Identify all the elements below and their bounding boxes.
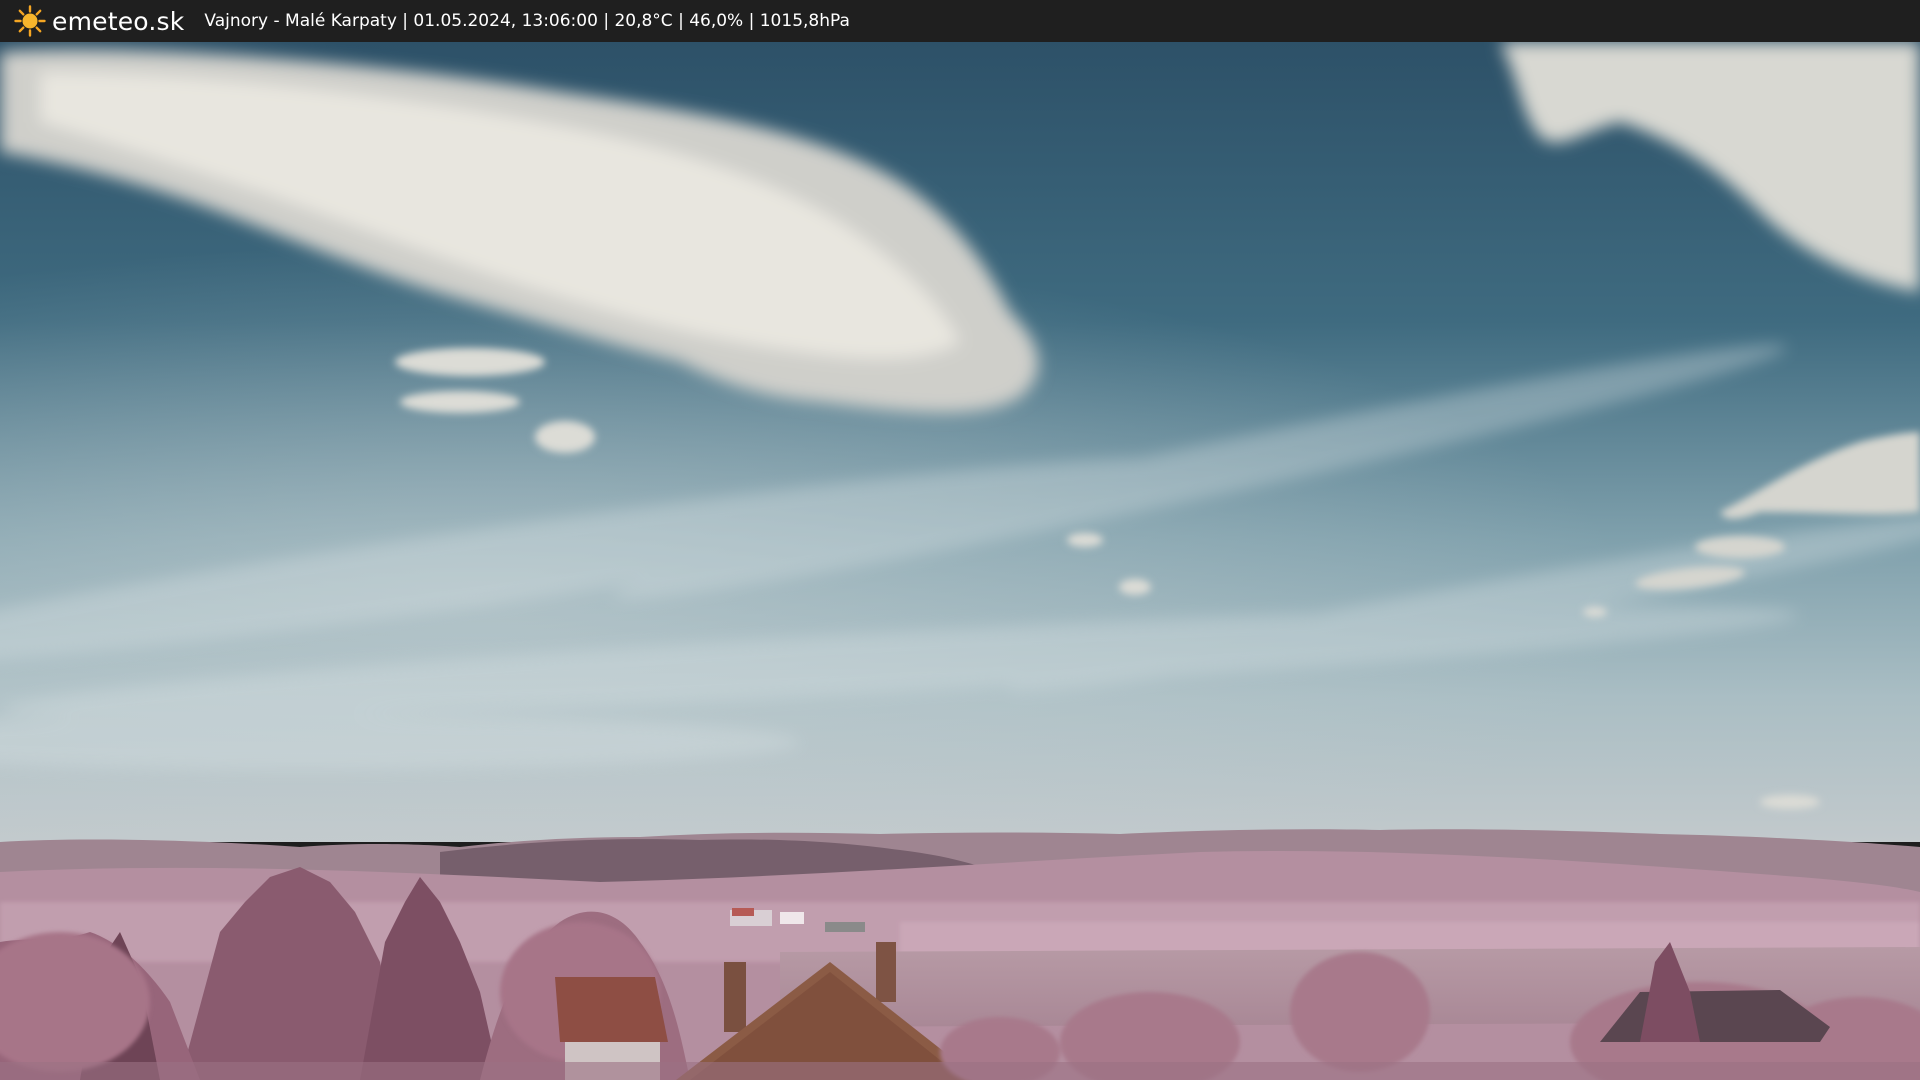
webcam-image (0, 42, 1920, 1080)
header-bar: emeteo.sk Vajnory - Malé Karpaty | 01.05… (0, 0, 1920, 42)
sun-icon (14, 5, 46, 37)
weather-info: Vajnory - Malé Karpaty | 01.05.2024, 13:… (204, 11, 850, 31)
brand-logo[interactable]: emeteo.sk (14, 5, 184, 37)
brand-name: emeteo.sk (52, 6, 185, 36)
